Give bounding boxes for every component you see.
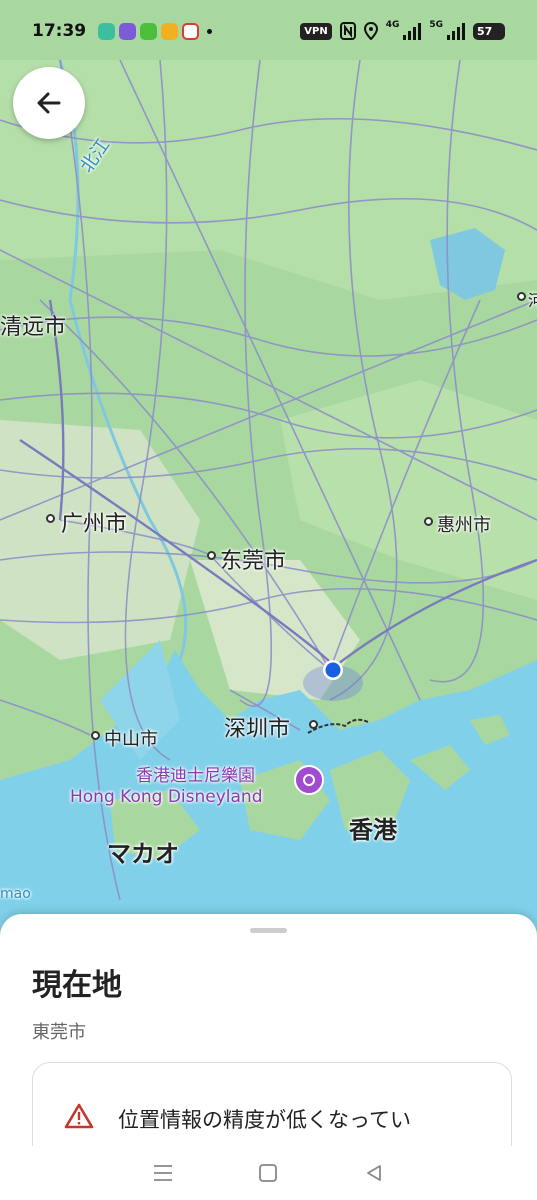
menu-icon [153,1165,172,1181]
back-button[interactable] [13,67,85,139]
back-triangle-icon [367,1165,382,1181]
vpn-icon: VPN [300,22,332,40]
city-dot-zhongshan [91,731,100,740]
city-dot-shenzhen [309,720,318,729]
map-label-shenzhen: 深圳市 [224,717,291,742]
more-notifications-icon [207,28,213,34]
map-label-zhongshan: 中山市 [104,729,158,750]
battery-icon: 57 [473,22,505,40]
poi-label-disney-en[interactable]: Hong Kong Disneyland [70,787,263,807]
status-time: 17:39 [32,21,87,41]
map-label-qingyuan: 清远市 [0,315,67,340]
network-5g-label: 5G [429,20,443,30]
map-label-dongguan: 东莞市 [220,549,287,574]
network-4g-label: 4G [385,20,400,30]
mail-notification-icon [161,22,179,40]
map-label-macau: マカオ [107,840,179,868]
map-label-guangzhou: 广州市 [61,512,128,537]
recent-apps-button[interactable] [151,1161,175,1185]
system-nav-bar [0,1146,537,1200]
city-dot-huizhou [424,517,433,526]
map-view[interactable]: 清远市 广州市 东莞市 惠州市 深圳市 中山市 香港 マカオ 北江 香港迪士尼樂… [0,0,537,930]
home-square-icon [259,1164,278,1182]
system-icons: VPN 4G 5G 57 [300,20,505,40]
map-label-edge-left: mao [0,886,31,902]
city-dot-dongguan [207,551,216,560]
sheet-drag-handle[interactable] [250,928,287,933]
notification-icons [98,22,213,40]
nav-back-button[interactable] [362,1161,386,1185]
city-dot-guangzhou [46,514,55,523]
app-notification-icon [119,22,137,40]
location-pin-icon [363,22,378,40]
app-notification-icon [98,22,116,40]
nfc-icon [339,22,356,40]
signal-strength-icon [403,22,422,40]
city-dot-edge-right [517,292,526,301]
status-bar: 17:39 VPN 4G 5G 57 [0,0,537,62]
accuracy-warning-text: 位置情報の精度が低くなってい [118,1108,411,1132]
poi-label-disney-cn[interactable]: 香港迪士尼樂園 [136,761,255,786]
map-label-hongkong: 香港 [349,816,397,844]
home-button[interactable] [256,1161,280,1185]
map-label-edge-right: 河 [528,291,537,310]
message-notification-icon [140,22,158,40]
warning-triangle-icon [64,1103,94,1129]
arrow-left-icon [37,92,61,114]
sheet-title: 現在地 [32,968,122,1003]
maps-notification-icon [182,22,200,40]
sheet-subtitle: 東莞市 [32,1022,86,1043]
signal-strength-icon [447,22,465,40]
map-label-huizhou: 惠州市 [437,515,491,536]
